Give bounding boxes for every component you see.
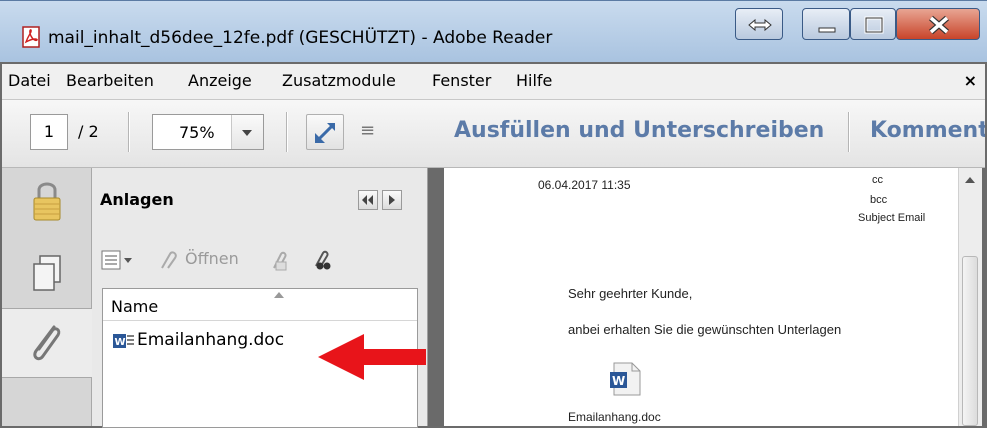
- expand-right-button[interactable]: [382, 190, 402, 210]
- attachment-file-name: Emailanhang.doc: [137, 330, 285, 350]
- menu-datei[interactable]: Datei: [8, 71, 51, 90]
- column-name-label: Name: [111, 297, 159, 316]
- email-cc: cc: [872, 174, 883, 186]
- zoom-select[interactable]: 75%: [152, 114, 264, 150]
- scroll-up-icon[interactable]: [964, 176, 976, 184]
- options-menu-icon[interactable]: [100, 248, 134, 274]
- attachments-toolbar: Öffnen: [98, 246, 418, 276]
- toolbar-divider: [286, 112, 288, 152]
- zoom-value: 75%: [179, 123, 215, 142]
- window-title: mail_inhalt_d56dee_12fe.pdf (GESCHÜTZT) …: [48, 28, 553, 48]
- vertical-scrollbar[interactable]: [958, 168, 982, 426]
- red-arrow-icon: [318, 334, 426, 380]
- sort-ascending-icon: [274, 292, 284, 298]
- email-body: anbei erhalten Sie die gewünschten Unter…: [568, 322, 842, 337]
- save-attachment-icon[interactable]: [266, 248, 292, 274]
- resize-button[interactable]: [735, 8, 783, 40]
- word-attachment-icon[interactable]: W: [608, 362, 642, 396]
- email-subject: Subject Email: [858, 212, 926, 224]
- name-column-header[interactable]: Name: [103, 289, 417, 321]
- attachments-button[interactable]: [2, 308, 94, 378]
- menu-anzeige[interactable]: Anzeige: [188, 71, 252, 90]
- comment-tab[interactable]: Komment: [870, 118, 985, 143]
- expand-arrows-icon: [315, 123, 335, 143]
- scrollbar-thumb[interactable]: [962, 256, 978, 426]
- navigation-rail: [2, 168, 94, 426]
- svg-text:W: W: [612, 374, 625, 388]
- fullscreen-button[interactable]: [306, 114, 344, 150]
- attachments-panel: Anlagen Öffnen Name W Emailanhang.doc: [92, 168, 428, 428]
- pdf-page: 06.04.2017 11:35 cc bcc Subject Email Se…: [444, 168, 958, 426]
- minimize-button[interactable]: [802, 8, 850, 40]
- menu-hilfe[interactable]: Hilfe: [516, 71, 552, 90]
- double-chevron-left-icon: [362, 195, 373, 205]
- lock-icon: [33, 182, 61, 221]
- email-date: 06.04.2017 11:35: [538, 178, 631, 192]
- maximize-button[interactable]: [850, 8, 896, 40]
- open-attachment-icon: [161, 251, 177, 269]
- close-icon: [929, 15, 949, 35]
- toolbar-divider: [128, 112, 130, 152]
- collapse-left-button[interactable]: [358, 190, 378, 210]
- maximize-icon: [864, 16, 884, 34]
- menu-bar: Datei Bearbeiten Anzeige Zusatzmodule Fe…: [2, 64, 985, 100]
- resize-arrows-icon: [748, 18, 772, 32]
- toolbar-more-icon[interactable]: ≡: [360, 120, 375, 141]
- pages-button[interactable]: [2, 238, 92, 308]
- chevron-down-icon: [242, 130, 252, 136]
- menu-bearbeiten[interactable]: Bearbeiten: [66, 71, 154, 90]
- menu-fenster[interactable]: Fenster: [432, 71, 491, 90]
- panel-title: Anlagen: [100, 190, 174, 209]
- toolbar-divider: [848, 112, 850, 152]
- search-attachment-icon[interactable]: [308, 248, 334, 274]
- security-button[interactable]: [2, 168, 92, 238]
- page-number-input[interactable]: 1: [30, 114, 68, 150]
- attachment-caption[interactable]: Emailanhang.doc: [568, 410, 661, 424]
- close-window-button[interactable]: [896, 8, 980, 40]
- toolbar: 1 / 2 75% ≡ Ausfüllen und Unterschreiben…: [2, 100, 985, 168]
- fill-and-sign-tab[interactable]: Ausfüllen und Unterschreiben: [454, 118, 824, 143]
- email-bcc: bcc: [870, 194, 888, 206]
- close-document-icon[interactable]: ×: [964, 71, 977, 90]
- chevron-right-icon: [389, 195, 395, 205]
- zoom-dropdown-button[interactable]: [231, 115, 263, 149]
- pdf-icon: [22, 26, 40, 48]
- pages-icon: [33, 255, 61, 291]
- open-button[interactable]: Öffnen: [185, 249, 239, 268]
- email-greeting: Sehr geehrter Kunde,: [568, 286, 693, 301]
- page-total: / 2: [78, 122, 99, 141]
- minimize-icon: [818, 27, 836, 33]
- menu-zusatzmodule[interactable]: Zusatzmodule: [282, 71, 396, 90]
- word-document-icon: W: [113, 334, 134, 348]
- paperclip-icon: [33, 325, 61, 361]
- svg-text:W: W: [115, 337, 126, 348]
